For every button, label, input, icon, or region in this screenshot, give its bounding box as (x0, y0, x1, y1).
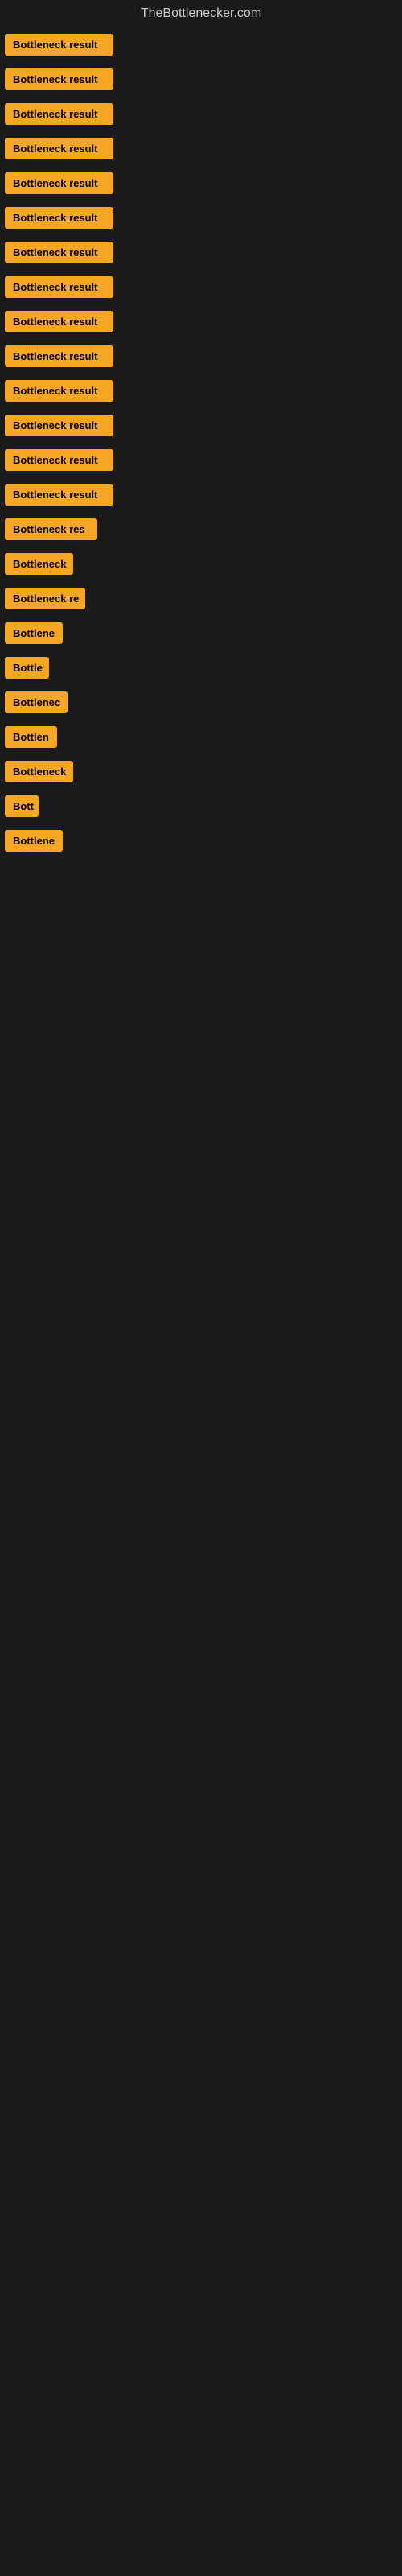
bottleneck-bar[interactable]: Bottle (5, 657, 49, 679)
result-row: Bottleneck (0, 754, 402, 789)
bottleneck-bar[interactable]: Bottleneck result (5, 68, 113, 90)
result-row: Bottlen (0, 720, 402, 754)
bottleneck-bar[interactable]: Bottlene (5, 830, 63, 852)
bottleneck-bar[interactable]: Bottleneck result (5, 34, 113, 56)
bottleneck-bar[interactable]: Bottleneck result (5, 103, 113, 125)
bottleneck-bar[interactable]: Bottleneck result (5, 380, 113, 402)
bottleneck-bar[interactable]: Bottleneck result (5, 345, 113, 367)
result-row: Bottlene (0, 616, 402, 650)
bottleneck-bar[interactable]: Bottleneck re (5, 588, 85, 609)
result-row: Bottleneck result (0, 443, 402, 477)
result-row: Bottleneck result (0, 166, 402, 200)
bottleneck-bar[interactable]: Bottleneck result (5, 415, 113, 436)
result-row: Bottlene (0, 824, 402, 858)
result-row: Bottleneck result (0, 270, 402, 304)
result-row: Bottleneck (0, 547, 402, 581)
result-row: Bottleneck result (0, 62, 402, 97)
bottleneck-bar[interactable]: Bottlenec (5, 691, 68, 713)
result-row: Bottleneck re (0, 581, 402, 616)
result-row: Bottleneck result (0, 304, 402, 339)
result-row: Bottleneck result (0, 339, 402, 374)
bottleneck-bar[interactable]: Bottlene (5, 622, 63, 644)
result-row: Bottleneck result (0, 200, 402, 235)
bottleneck-bar[interactable]: Bottleneck result (5, 484, 113, 506)
result-row: Bottleneck result (0, 97, 402, 131)
bottleneck-bar[interactable]: Bottleneck (5, 761, 73, 782)
bottleneck-bar[interactable]: Bottleneck result (5, 172, 113, 194)
bottleneck-bar[interactable]: Bottlen (5, 726, 57, 748)
site-title: TheBottlenecker.com (0, 0, 402, 27)
result-row: Bottleneck result (0, 408, 402, 443)
result-row: Bottle (0, 650, 402, 685)
result-row: Bottleneck result (0, 131, 402, 166)
bottleneck-bar[interactable]: Bottleneck result (5, 242, 113, 263)
bottleneck-bar[interactable]: Bottleneck result (5, 311, 113, 332)
result-row: Bottlenec (0, 685, 402, 720)
result-row: Bottleneck result (0, 374, 402, 408)
bottleneck-bar[interactable]: Bottleneck result (5, 207, 113, 229)
result-row: Bottleneck result (0, 235, 402, 270)
result-row: Bottleneck result (0, 477, 402, 512)
bottleneck-bar[interactable]: Bottleneck res (5, 518, 97, 540)
bottleneck-bar[interactable]: Bottleneck result (5, 138, 113, 159)
result-row: Bott (0, 789, 402, 824)
bottleneck-bar[interactable]: Bott (5, 795, 39, 817)
rows-container: Bottleneck result Bottleneck result Bottle… (0, 27, 402, 858)
bottleneck-bar[interactable]: Bottleneck result (5, 449, 113, 471)
bottleneck-bar[interactable]: Bottleneck (5, 553, 73, 575)
result-row: Bottleneck res (0, 512, 402, 547)
result-row: Bottleneck result (0, 27, 402, 62)
bottleneck-bar[interactable]: Bottleneck result (5, 276, 113, 298)
